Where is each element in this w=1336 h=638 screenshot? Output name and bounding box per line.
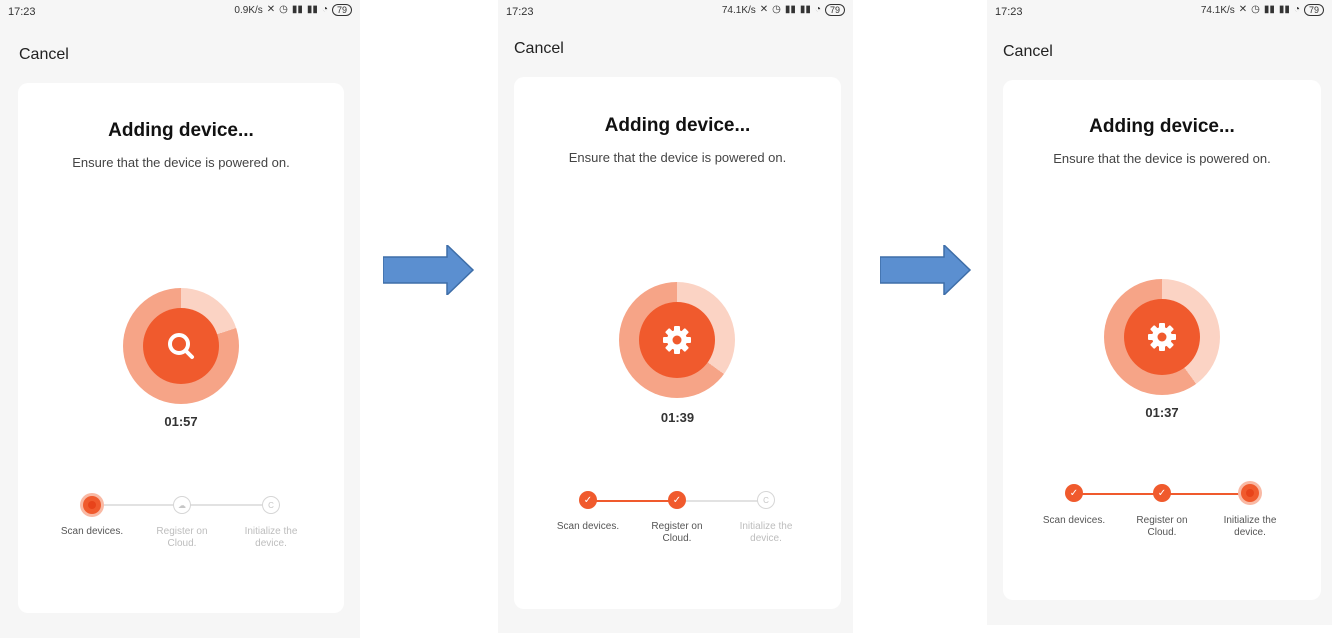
countdown-timer: 01:37: [1145, 405, 1179, 420]
cloud-icon: ☁: [173, 496, 191, 514]
step-connector: [678, 500, 768, 502]
phone-screen-registering: 17:23 74.1K/s ✕ ◷ ▮▮ ▮▮ ◔ 79 Cancel Addi…: [498, 0, 853, 633]
cancel-button[interactable]: Cancel: [514, 40, 564, 58]
signal-icon: ▮▮: [291, 4, 303, 15]
mute-icon: ✕: [759, 4, 769, 15]
battery-icon: 79: [824, 4, 845, 16]
step-label-scan: Scan devices.: [1042, 515, 1106, 526]
instruction-text: Ensure that the device is powered on.: [72, 155, 290, 170]
check-icon: ✓: [579, 491, 597, 509]
step-label-scan: Scan devices.: [60, 526, 124, 537]
network-speed: 74.1K/s: [1200, 4, 1235, 16]
init-icon: C: [262, 496, 280, 514]
page-title: Adding device...: [604, 115, 751, 136]
alarm-icon: ◷: [772, 4, 781, 15]
signal-icon: ▮▮: [1278, 4, 1290, 15]
instruction-text: Ensure that the device is powered on.: [568, 150, 787, 165]
status-time: 17:23: [995, 6, 1023, 18]
progress-ring: [123, 288, 239, 404]
adding-device-card: Adding device... Ensure that the device …: [18, 83, 344, 613]
wifi-icon: ◔: [814, 4, 821, 15]
status-time: 17:23: [506, 6, 534, 18]
check-icon: ✓: [668, 491, 686, 509]
step-label-register: Register on Cloud.: [156, 526, 208, 549]
check-icon: ✓: [1065, 484, 1083, 502]
mute-icon: ✕: [1238, 4, 1248, 15]
progress-steps: ☁ C Scan devices. Register on Cloud. Ini…: [18, 493, 344, 563]
gear-icon: [1124, 299, 1200, 375]
status-bar: 17:23 74.1K/s ✕ ◷ ▮▮ ▮▮ ◔ 79: [987, 0, 1332, 24]
right-arrow-icon: [880, 245, 972, 295]
search-icon: [143, 308, 219, 384]
step-connector: [1162, 493, 1250, 495]
step-label-scan: Scan devices.: [556, 521, 620, 532]
progress-steps: ✓ ✓ C Scan devices. Register on Cloud. I…: [514, 490, 841, 560]
wifi-icon: ◔: [321, 4, 328, 15]
status-time: 17:23: [8, 6, 36, 18]
signal-icon: ▮▮: [1263, 4, 1275, 15]
progress-ring: [1104, 279, 1220, 395]
gear-icon: [639, 302, 715, 378]
check-icon: ✓: [1153, 484, 1171, 502]
step-indicator-initialize: [1241, 484, 1259, 502]
adding-device-card: Adding device... Ensure that the device …: [1003, 80, 1321, 600]
progress-ring: [619, 282, 735, 398]
step-label-initialize: Initialize the device.: [739, 521, 793, 544]
cancel-button[interactable]: Cancel: [1003, 43, 1053, 61]
step-label-register: Register on Cloud.: [651, 521, 703, 544]
step-label-initialize: Initialize the device.: [244, 526, 298, 549]
page-title: Adding device...: [108, 120, 254, 141]
countdown-timer: 01:39: [660, 410, 695, 425]
init-icon: C: [757, 491, 775, 509]
step-connector: [588, 500, 678, 502]
step-connector: [1074, 493, 1162, 495]
wifi-icon: ◔: [1293, 4, 1300, 15]
page-title: Adding device...: [1089, 116, 1235, 137]
signal-icon: ▮▮: [799, 4, 811, 15]
battery-icon: 79: [331, 4, 352, 16]
right-arrow-icon: [383, 245, 475, 295]
progress-steps: ✓ ✓ Scan devices. Register on Cloud. Ini…: [1003, 484, 1321, 554]
signal-icon: ▮▮: [784, 4, 796, 15]
countdown-timer: 01:57: [164, 414, 198, 429]
network-speed: 0.9K/s: [234, 4, 263, 16]
adding-device-card: Adding device... Ensure that the device …: [514, 77, 841, 609]
cancel-button[interactable]: Cancel: [19, 46, 69, 64]
step-label-initialize: Initialize the device.: [1223, 515, 1277, 538]
step-label-register: Register on Cloud.: [1136, 515, 1188, 538]
status-bar: 17:23 0.9K/s ✕ ◷ ▮▮ ▮▮ ◔ 79: [0, 0, 360, 24]
status-bar: 17:23 74.1K/s ✕ ◷ ▮▮ ▮▮ ◔ 79: [498, 0, 853, 24]
battery-icon: 79: [1303, 4, 1324, 16]
signal-icon: ▮▮: [306, 4, 318, 15]
phone-screen-scanning: 17:23 0.9K/s ✕ ◷ ▮▮ ▮▮ ◔ 79 Cancel Addin…: [0, 0, 360, 638]
instruction-text: Ensure that the device is powered on.: [1053, 151, 1271, 166]
alarm-icon: ◷: [1251, 4, 1260, 15]
step-indicator-scan: [83, 496, 101, 514]
phone-screen-initializing: 17:23 74.1K/s ✕ ◷ ▮▮ ▮▮ ◔ 79 Cancel Addi…: [987, 0, 1332, 625]
mute-icon: ✕: [266, 4, 276, 15]
alarm-icon: ◷: [279, 4, 288, 15]
network-speed: 74.1K/s: [721, 4, 756, 16]
